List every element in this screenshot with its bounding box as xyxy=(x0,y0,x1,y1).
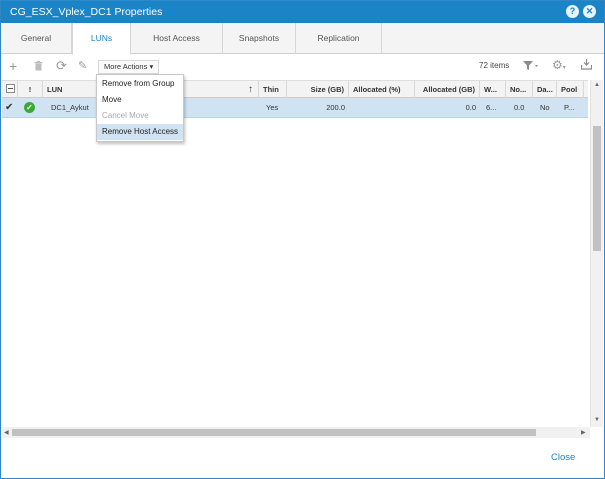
tab-host-access[interactable]: Host Access xyxy=(131,23,223,54)
col-allocated-gb[interactable]: Allocated (GB) xyxy=(415,81,480,98)
title-bar: CG_ESX_Vplex_DC1 Properties ? ✕ xyxy=(1,1,604,23)
menu-item-cancel-move: Cancel Move xyxy=(102,111,149,120)
tab-bar: General LUNs Host Access Snapshots Repli… xyxy=(1,23,604,55)
dialog-footer: Close xyxy=(1,439,604,478)
tab-snapshots[interactable]: Snapshots xyxy=(223,23,296,54)
more-actions-button[interactable]: More Actions ▾ xyxy=(98,60,160,74)
menu-item-remove-from-group[interactable]: Remove from Group xyxy=(97,76,183,92)
chevron-down-icon: ▾ xyxy=(149,62,154,71)
item-count: 72 items xyxy=(479,61,510,70)
allocated-gb-cell: 0.0 xyxy=(465,103,476,112)
edit-icon[interactable]: ✎ xyxy=(78,59,87,72)
col-lun-label: LUN xyxy=(47,85,63,94)
horizontal-scrollbar[interactable]: ◀ ▶ xyxy=(2,427,590,438)
vertical-scrollbar[interactable]: ▲ ▼ xyxy=(590,80,603,427)
status-ok-icon: ✓ xyxy=(24,102,35,113)
more-actions-label: More Actions xyxy=(104,62,148,71)
sort-up-icon: ↑ xyxy=(248,84,253,95)
luns-grid: ! LUN ↑ Thin Size (GB) Allocated (%) All… xyxy=(2,80,588,426)
help-icon[interactable]: ? xyxy=(566,5,579,18)
tab-replication[interactable]: Replication xyxy=(296,23,382,54)
properties-dialog: CG_ESX_Vplex_DC1 Properties ? ✕ General … xyxy=(0,0,605,479)
filter-icon[interactable] xyxy=(523,60,539,74)
add-icon[interactable]: + xyxy=(9,58,17,74)
horizontal-scroll-thumb[interactable] xyxy=(12,429,536,436)
col-w[interactable]: W... xyxy=(480,81,506,98)
col-pool[interactable]: Pool xyxy=(557,81,584,98)
col-status[interactable]: ! xyxy=(18,81,43,98)
col-no[interactable]: No... xyxy=(506,81,533,98)
dialog-title: CG_ESX_Vplex_DC1 Properties xyxy=(10,6,163,18)
tab-luns[interactable]: LUNs xyxy=(72,23,131,55)
checkbox-icon xyxy=(6,84,15,93)
close-button[interactable]: Close xyxy=(551,452,575,463)
grid-header: ! LUN ↑ Thin Size (GB) Allocated (%) All… xyxy=(2,80,588,98)
close-icon[interactable]: ✕ xyxy=(583,5,596,18)
scroll-up-icon[interactable]: ▲ xyxy=(594,82,600,88)
toolbar: + ⟳ ✎ More Actions ▾ 72 items ⚙▾ xyxy=(1,55,604,79)
settings-icon[interactable]: ⚙▾ xyxy=(552,58,566,72)
thin-cell: Yes xyxy=(266,103,279,112)
menu-item-remove-host-access[interactable]: Remove Host Access xyxy=(97,124,183,140)
da-cell: No xyxy=(540,103,550,112)
status-cell: ✓ xyxy=(18,98,43,118)
pool-cell: P... xyxy=(564,103,575,112)
col-allocated-pct[interactable]: Allocated (%) xyxy=(349,81,415,98)
size-cell: 200.0 xyxy=(326,103,345,112)
checkmark-icon: ✔ xyxy=(5,102,14,113)
more-actions-menu: Remove from Group Move Cancel Move Remov… xyxy=(96,74,184,142)
col-da[interactable]: Da... xyxy=(533,81,557,98)
select-all-checkbox[interactable] xyxy=(2,81,18,98)
row-checkbox[interactable]: ✔ xyxy=(2,98,18,118)
scroll-down-icon[interactable]: ▼ xyxy=(594,417,600,423)
vertical-scroll-thumb[interactable] xyxy=(593,126,601,251)
col-thin[interactable]: Thin xyxy=(259,81,287,98)
refresh-icon[interactable]: ⟳ xyxy=(56,58,67,74)
col-size[interactable]: Size (GB) xyxy=(287,81,349,98)
allocated-pct-cell xyxy=(349,98,415,118)
scroll-left-icon[interactable]: ◀ xyxy=(4,429,9,436)
tab-general[interactable]: General xyxy=(1,23,72,54)
w-cell: 6... xyxy=(486,103,497,112)
col-host[interactable]: Ho xyxy=(584,81,588,98)
delete-icon[interactable] xyxy=(34,60,43,74)
export-icon[interactable] xyxy=(580,59,593,73)
scroll-right-icon[interactable]: ▶ xyxy=(581,429,586,436)
table-row[interactable]: ✔ ✓ DC1_Aykut Yes 200.0 0.0 6... 0.0 No … xyxy=(2,98,588,118)
no-cell: 0.0 xyxy=(514,103,525,112)
menu-item-move[interactable]: Move xyxy=(97,92,183,108)
